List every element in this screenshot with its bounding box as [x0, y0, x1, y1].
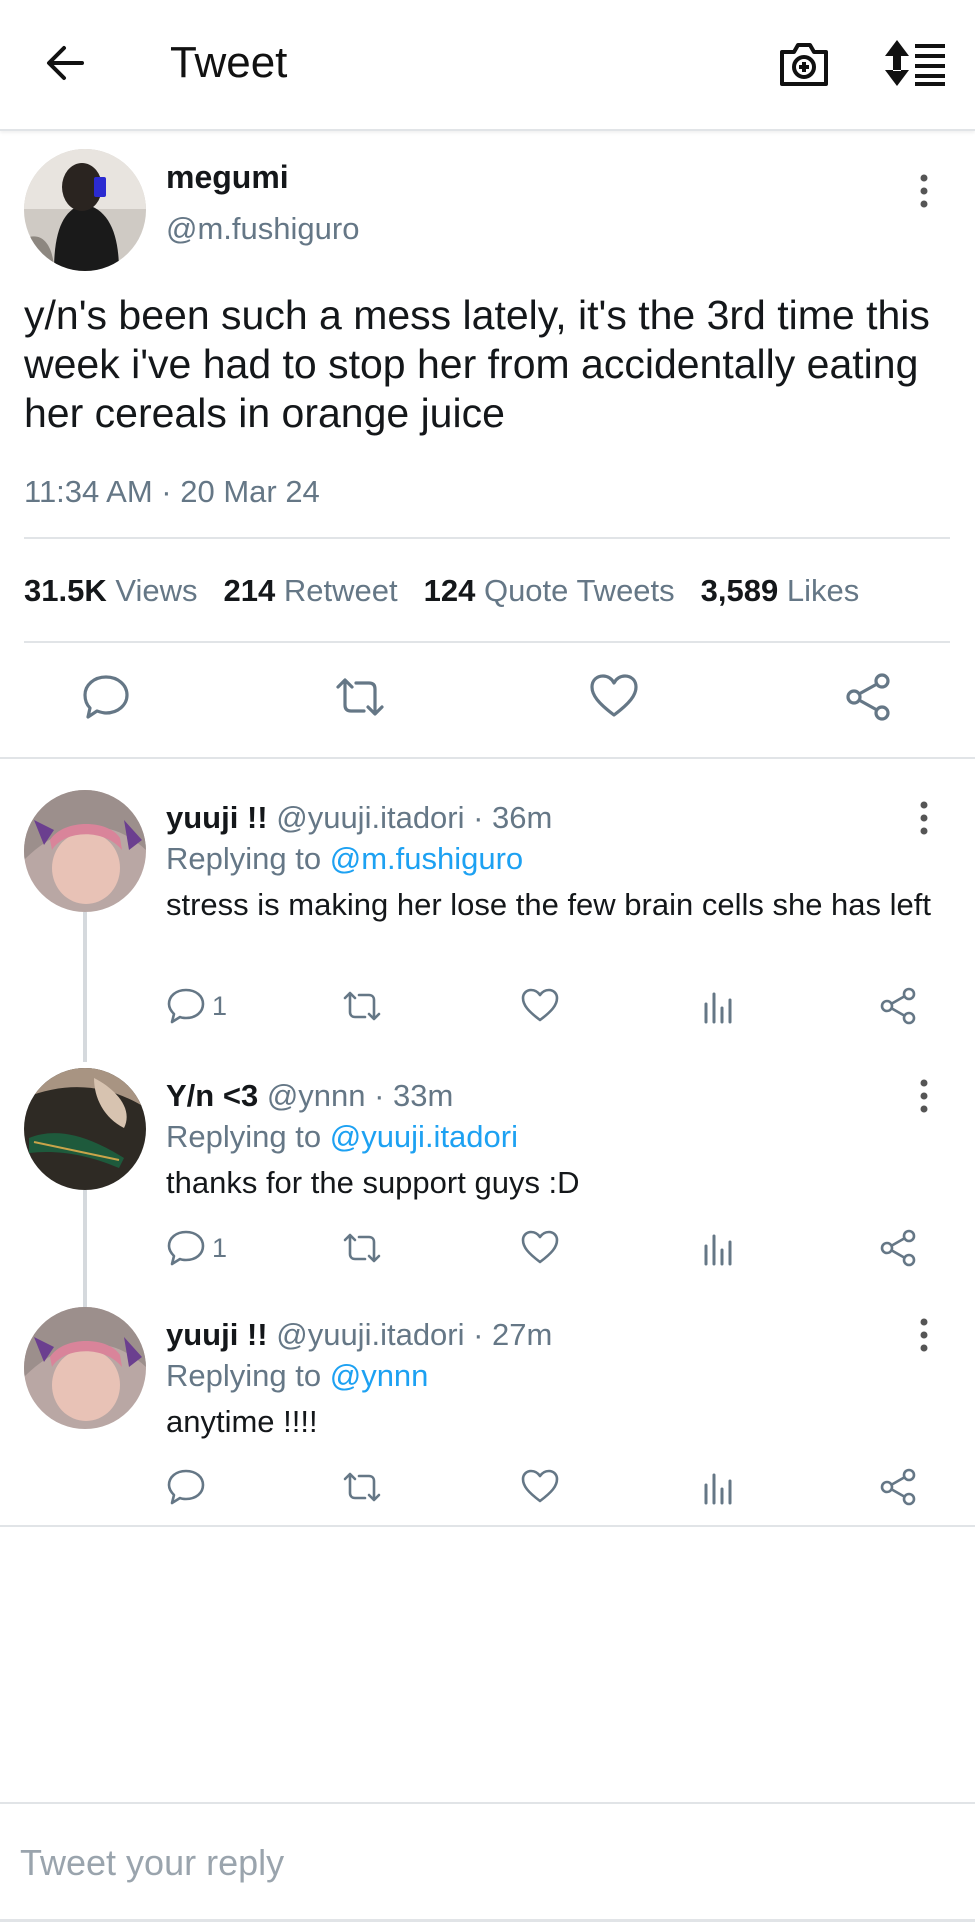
reply-text: stress is making her lose the few brain … [166, 887, 932, 922]
divider [24, 537, 950, 539]
tweet-timestamp: 11:34 AM · 20 Mar 24 [24, 474, 320, 509]
reply-actions: 1 [0, 1228, 975, 1272]
avatar[interactable] [24, 149, 146, 271]
avatar[interactable] [24, 1068, 146, 1190]
retweets-count[interactable]: 214 [224, 573, 276, 608]
reply-actions: 1 [0, 986, 975, 1030]
replying-prefix: Replying to [166, 1358, 322, 1393]
avatar[interactable] [24, 790, 146, 912]
reply-text: anytime !!!! [166, 1404, 318, 1439]
replying-to-link[interactable]: @yuuji.itadori [330, 1119, 518, 1154]
reply-icon[interactable] [166, 1228, 206, 1268]
reply-text: thanks for the support guys :D [166, 1165, 580, 1200]
retweet-icon[interactable] [334, 671, 386, 723]
retweet-icon[interactable] [342, 1228, 382, 1268]
sort-replies-icon[interactable] [885, 38, 947, 88]
quotes-label[interactable]: Quote Tweets [484, 573, 675, 608]
likes-label[interactable]: Likes [787, 573, 859, 608]
more-options-icon[interactable] [914, 171, 934, 211]
reply-header: yuuji !! @yuuji.itadori · 27m [166, 1317, 552, 1353]
reply-input[interactable]: Tweet your reply [20, 1842, 284, 1884]
tweet-stats: 31.5K Views 214 Retweet 124 Quote Tweets 3,… [24, 573, 859, 609]
retweet-icon[interactable] [342, 1467, 382, 1507]
replying-to: Replying to @ynnn [166, 1358, 428, 1394]
top-bar: Tweet [0, 0, 975, 131]
more-options-icon[interactable] [914, 1315, 934, 1355]
main-tweet: megumi @m.fushiguro y/n's been such a me… [0, 131, 975, 759]
reply-header: yuuji !! @yuuji.itadori · 36m [166, 800, 552, 836]
like-heart-icon[interactable] [520, 986, 560, 1026]
like-heart-icon[interactable] [588, 671, 640, 723]
avatar[interactable] [24, 1307, 146, 1429]
retweet-icon[interactable] [342, 986, 382, 1026]
likes-count[interactable]: 3,589 [701, 573, 779, 608]
share-icon[interactable] [878, 1467, 918, 1507]
author-name[interactable]: megumi [166, 159, 289, 196]
reply-count: 1 [212, 1233, 228, 1263]
analytics-icon[interactable] [698, 986, 738, 1026]
author-name[interactable]: yuuji !! [166, 800, 268, 835]
reply-actions [0, 1467, 975, 1511]
views-count: 31.5K [24, 573, 107, 608]
analytics-icon[interactable] [698, 1467, 738, 1507]
share-icon[interactable] [842, 671, 894, 723]
reply-header: Y/n <3 @ynnn · 33m [166, 1078, 453, 1114]
replying-prefix: Replying to [166, 1119, 322, 1154]
replying-to: Replying to @m.fushiguro [166, 841, 523, 877]
more-options-icon[interactable] [914, 1076, 934, 1116]
author-handle[interactable]: @m.fushiguro [166, 211, 359, 247]
reply-tweet[interactable]: yuuji !! @yuuji.itadori · 36m Replying t… [0, 790, 975, 1062]
tweet-text: y/n's been such a mess lately, it's the … [24, 292, 930, 436]
reply-tweet[interactable]: yuuji !! @yuuji.itadori · 27m Replying t… [0, 1307, 975, 1522]
reply-icon[interactable] [166, 1467, 206, 1507]
reply-tweet[interactable]: Y/n <3 @ynnn · 33m Replying to @yuuji.it… [0, 1068, 975, 1370]
divider [0, 1525, 975, 1527]
share-icon[interactable] [878, 1228, 918, 1268]
author-name[interactable]: yuuji !! [166, 1317, 268, 1352]
reply-icon[interactable] [166, 986, 206, 1026]
quotes-count[interactable]: 124 [424, 573, 476, 608]
replying-to-link[interactable]: @ynnn [330, 1358, 429, 1393]
analytics-icon[interactable] [698, 1228, 738, 1268]
more-options-icon[interactable] [914, 798, 934, 838]
author-handle-time: @ynnn · 33m [266, 1078, 454, 1113]
replying-to-link[interactable]: @m.fushiguro [330, 841, 523, 876]
views-label: Views [115, 573, 198, 608]
reply-icon[interactable] [80, 671, 132, 723]
camera-add-icon[interactable] [776, 36, 832, 92]
author-handle-time: @yuuji.itadori · 36m [276, 800, 553, 835]
author-name[interactable]: Y/n <3 [166, 1078, 258, 1113]
retweets-label[interactable]: Retweet [284, 573, 398, 608]
reply-compose-bar[interactable]: Tweet your reply [0, 1802, 975, 1922]
author-handle-time: @yuuji.itadori · 27m [276, 1317, 553, 1352]
replying-to: Replying to @yuuji.itadori [166, 1119, 518, 1155]
share-icon[interactable] [878, 986, 918, 1026]
back-arrow-icon[interactable] [40, 38, 90, 88]
replying-prefix: Replying to [166, 841, 322, 876]
like-heart-icon[interactable] [520, 1228, 560, 1268]
reply-count: 1 [212, 991, 228, 1021]
page-title: Tweet [170, 38, 288, 87]
divider [24, 641, 950, 643]
like-heart-icon[interactable] [520, 1467, 560, 1507]
